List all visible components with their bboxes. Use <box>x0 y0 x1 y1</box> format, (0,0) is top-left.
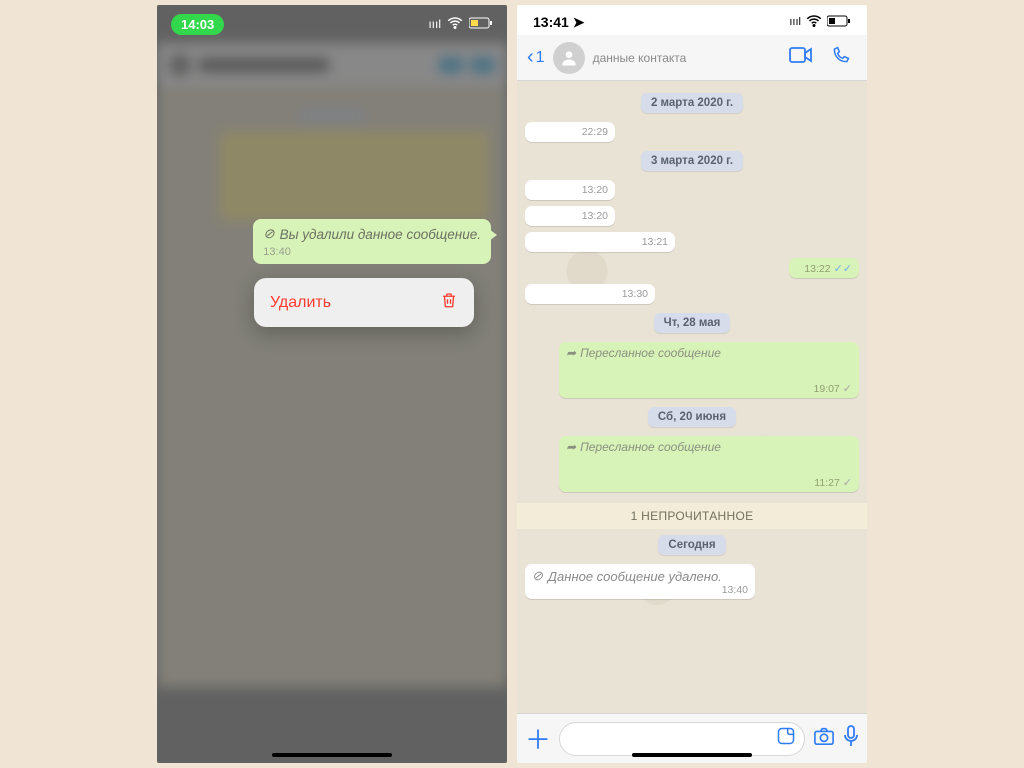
block-icon: ⊘ <box>532 568 543 584</box>
date-separator: Сегодня <box>658 535 725 555</box>
back-button[interactable]: ‹ 1 <box>527 46 545 69</box>
context-menu-focus: ⊘ Вы удалили данное сообщение. 13:40 Уда… <box>157 219 507 327</box>
message-timestamp: 19:07✓ <box>566 382 852 395</box>
status-icons: ıııl <box>789 12 851 33</box>
message-timestamp: 13:30 <box>532 288 648 300</box>
forwarded-label: Пересланное сообщение <box>580 346 721 360</box>
sticker-button[interactable] <box>776 726 796 751</box>
forward-icon: ➦ <box>566 346 576 360</box>
sent-tick-icon: ✓ <box>843 477 852 489</box>
phone-left: 14:03 ıııl ⊘ Вы удалили данное сообщение… <box>157 5 507 763</box>
forward-icon: ➦ <box>566 440 576 454</box>
chevron-left-icon: ‹ <box>527 46 534 69</box>
read-ticks-icon: ✓✓ <box>834 263 852 275</box>
message-in[interactable]: 13:20 <box>525 180 615 200</box>
date-separator: Сб, 20 июня <box>648 407 736 427</box>
signal-icon: ıııl <box>428 17 441 31</box>
message-input[interactable] <box>559 722 805 756</box>
message-timestamp: 13:40 <box>263 246 291 258</box>
status-time: 13:41 ➤ <box>533 14 584 31</box>
message-in[interactable]: 22:29 <box>525 122 615 142</box>
video-call-button[interactable] <box>783 46 819 70</box>
forwarded-message-out[interactable]: ➦ Пересланное сообщение 19:07✓ <box>559 342 859 398</box>
sent-tick-icon: ✓ <box>843 383 852 395</box>
forwarded-message-out[interactable]: ➦ Пересланное сообщение 11:27✓ <box>559 436 859 492</box>
contact-subtitle[interactable]: данные контакта <box>593 51 687 65</box>
dim-overlay <box>157 5 507 763</box>
message-timestamp: 13:20 <box>532 184 608 196</box>
battery-icon <box>469 17 493 32</box>
message-out[interactable]: 13:22✓✓ <box>789 258 859 278</box>
chat-body[interactable]: 2 марта 2020 г. 22:29 3 марта 2020 г. 13… <box>517 81 867 713</box>
message-timestamp: 22:29 <box>532 126 608 138</box>
date-separator: 2 марта 2020 г. <box>641 93 743 113</box>
voice-call-button[interactable] <box>825 45 857 71</box>
message-in[interactable]: 13:21 <box>525 232 675 252</box>
wifi-icon <box>446 14 464 35</box>
message-timestamp: 13:22✓✓ <box>796 262 852 275</box>
forwarded-label: Пересланное сообщение <box>580 440 721 454</box>
block-icon: ⊘ <box>263 226 274 242</box>
signal-icon: ıııl <box>789 16 801 28</box>
status-icons: ıııl <box>428 14 493 35</box>
chat-header: ‹ 1 данные контакта <box>517 35 867 81</box>
message-in[interactable]: 13:20 <box>525 206 615 226</box>
status-bar: 14:03 ıııl <box>157 5 507 43</box>
delete-action-label: Удалить <box>270 294 331 312</box>
delete-action[interactable]: Удалить <box>254 278 474 327</box>
message-in[interactable]: 13:30 <box>525 284 655 304</box>
home-indicator[interactable] <box>632 753 752 757</box>
mic-button[interactable] <box>843 725 859 753</box>
camera-button[interactable] <box>813 726 835 752</box>
deleted-message-text: Вы удалили данное сообщение. <box>280 227 481 242</box>
wifi-icon <box>805 12 823 33</box>
message-timestamp: 13:21 <box>532 236 668 248</box>
deleted-message-text: Данное сообщение удалено. <box>548 569 722 584</box>
context-menu: Удалить <box>254 278 474 327</box>
phone-right: 13:41 ➤ ıııl ‹ 1 данные контакта 2 мар <box>517 5 867 763</box>
battery-icon <box>827 15 851 30</box>
status-bar: 13:41 ➤ ıııl <box>517 5 867 35</box>
home-indicator[interactable] <box>272 753 392 757</box>
deleted-message-in[interactable]: ⊘ Данное сообщение удалено. 13:40 <box>525 564 755 599</box>
attach-button[interactable]: ＋ <box>525 720 551 757</box>
message-timestamp: 13:40 <box>532 584 748 596</box>
date-separator: 3 марта 2020 г. <box>641 151 743 171</box>
trash-icon <box>440 291 458 314</box>
back-badge: 1 <box>536 49 545 67</box>
status-time-pill[interactable]: 14:03 <box>171 14 224 35</box>
date-separator: Чт, 28 мая <box>654 313 731 333</box>
unread-separator: 1 НЕПРОЧИТАННОЕ <box>517 503 867 529</box>
avatar[interactable] <box>553 42 585 74</box>
message-timestamp: 11:27✓ <box>566 476 852 489</box>
deleted-message-bubble[interactable]: ⊘ Вы удалили данное сообщение. 13:40 <box>253 219 491 264</box>
message-timestamp: 13:20 <box>532 210 608 222</box>
